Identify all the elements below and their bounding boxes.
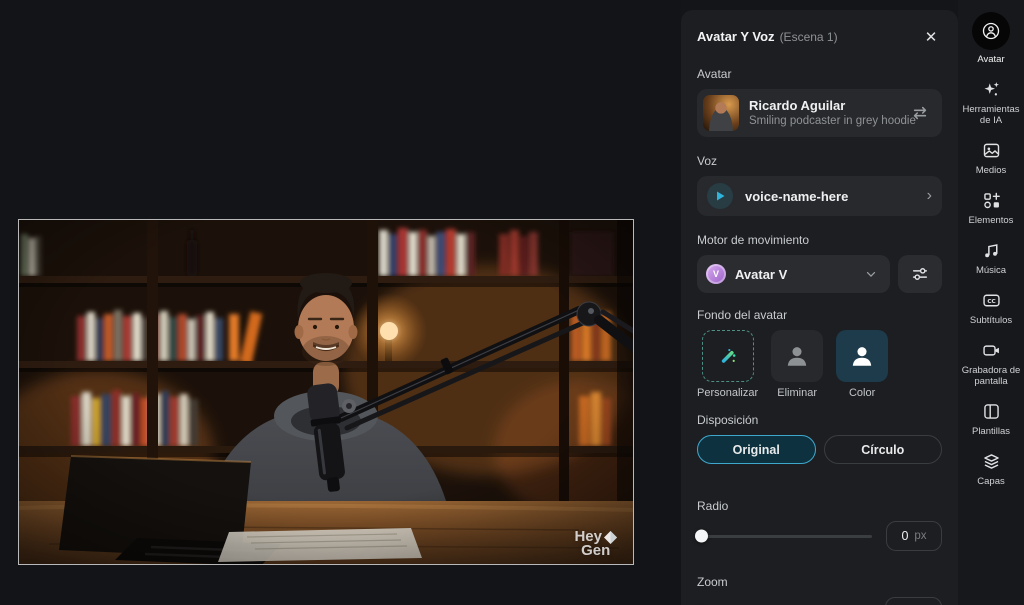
- ai-tools-icon: [981, 79, 1002, 100]
- radius-slider[interactable]: [697, 535, 872, 538]
- podcaster-scene-illustration: [19, 220, 634, 565]
- avatar-v-badge: V: [706, 264, 726, 284]
- motion-section-label: Motor de movimiento: [697, 233, 942, 247]
- avatar-meta: Ricardo Aguilar Smiling podcaster in gre…: [749, 98, 898, 128]
- watermark-text-gen: Gen: [581, 544, 610, 558]
- voice-card[interactable]: voice-name-here ›: [697, 176, 942, 216]
- radius-unit: px: [914, 530, 926, 542]
- avatar-name: Ricardo Aguilar: [749, 98, 898, 114]
- app-root: Hey Gen Avatar Y Voz(Escena 1) ✕ Avatar …: [0, 0, 1024, 605]
- editor-canvas[interactable]: Hey Gen: [0, 0, 681, 605]
- elements-shapes-icon: [981, 190, 1002, 211]
- motion-settings-button[interactable]: [898, 255, 942, 293]
- background-option-label: Personalizar: [697, 387, 758, 399]
- captions-icon: CC: [981, 290, 1002, 311]
- layout-section-label: Disposición: [697, 413, 942, 427]
- background-section-label: Fondo del avatar: [697, 308, 942, 322]
- panel-title: Avatar Y Voz(Escena 1): [697, 28, 838, 46]
- sidebar-item-ai-tools[interactable]: Herramientas de IA: [959, 78, 1023, 126]
- avatar-card[interactable]: Ricardo Aguilar Smiling podcaster in gre…: [697, 89, 942, 137]
- zoom-value-box[interactable]: 100 %: [885, 597, 942, 605]
- background-option-label: Eliminar: [777, 387, 817, 399]
- right-sidebar: Avatar Herramientas de IA Medios: [958, 0, 1024, 605]
- avatar-thumbnail: [703, 95, 739, 131]
- background-option-customize[interactable]: Personalizar: [697, 330, 758, 399]
- chevron-down-icon: [864, 267, 878, 281]
- voice-section-label: Voz: [697, 154, 942, 168]
- person-silhouette-icon: [784, 343, 810, 369]
- play-voice-icon[interactable]: [707, 183, 733, 209]
- music-note-icon: [981, 240, 1002, 261]
- sidebar-item-avatar[interactable]: Avatar: [959, 12, 1023, 65]
- background-option-label: Color: [849, 387, 875, 399]
- heygen-watermark: Hey Gen: [574, 530, 617, 558]
- layers-icon: [981, 451, 1002, 472]
- screen-recorder-icon: [981, 340, 1002, 361]
- avatar-voice-panel: Avatar Y Voz(Escena 1) ✕ Avatar Ricardo …: [681, 10, 958, 605]
- background-option-color[interactable]: Color: [836, 330, 888, 399]
- close-icon[interactable]: ✕: [920, 26, 942, 48]
- layout-option-circle[interactable]: Círculo: [824, 435, 943, 464]
- person-silhouette-icon: [849, 343, 875, 369]
- sidebar-item-media[interactable]: Medios: [959, 139, 1023, 176]
- sliders-icon: [911, 265, 929, 283]
- sidebar-item-subtitles[interactable]: CC Subtítulos: [959, 289, 1023, 326]
- templates-icon: [981, 401, 1002, 422]
- radius-slider-handle[interactable]: [695, 530, 708, 543]
- layout-option-original[interactable]: Original: [697, 435, 816, 464]
- chevron-right-icon: ›: [927, 188, 932, 204]
- sidebar-item-music[interactable]: Música: [959, 239, 1023, 276]
- panel-header: Avatar Y Voz(Escena 1) ✕: [697, 26, 942, 48]
- zoom-section-label: Zoom: [697, 575, 942, 589]
- sidebar-item-templates[interactable]: Plantillas: [959, 400, 1023, 437]
- magic-wand-icon: [717, 345, 739, 367]
- voice-name: voice-name-here: [745, 189, 915, 204]
- avatar-user-icon: [981, 21, 1001, 41]
- avatar-description: Smiling podcaster in grey hoodie: [749, 114, 898, 128]
- radius-section-label: Radio: [697, 499, 942, 513]
- background-option-remove[interactable]: Eliminar: [771, 330, 823, 399]
- avatar-section-label: Avatar: [697, 67, 942, 81]
- sidebar-item-elements[interactable]: Elementos: [959, 189, 1023, 226]
- sidebar-item-layers[interactable]: Capas: [959, 450, 1023, 487]
- radius-value-box[interactable]: 0 px: [886, 521, 942, 551]
- motion-engine-dropdown[interactable]: V Avatar V: [697, 255, 890, 293]
- swap-avatar-icon[interactable]: [908, 101, 932, 125]
- sidebar-item-screen-recorder[interactable]: Grabadora de pantalla: [959, 339, 1023, 387]
- media-image-icon: [981, 140, 1002, 161]
- svg-text:CC: CC: [987, 298, 995, 304]
- radius-value: 0: [901, 529, 908, 543]
- motion-engine-value: Avatar V: [735, 267, 855, 282]
- video-preview[interactable]: Hey Gen: [18, 219, 634, 565]
